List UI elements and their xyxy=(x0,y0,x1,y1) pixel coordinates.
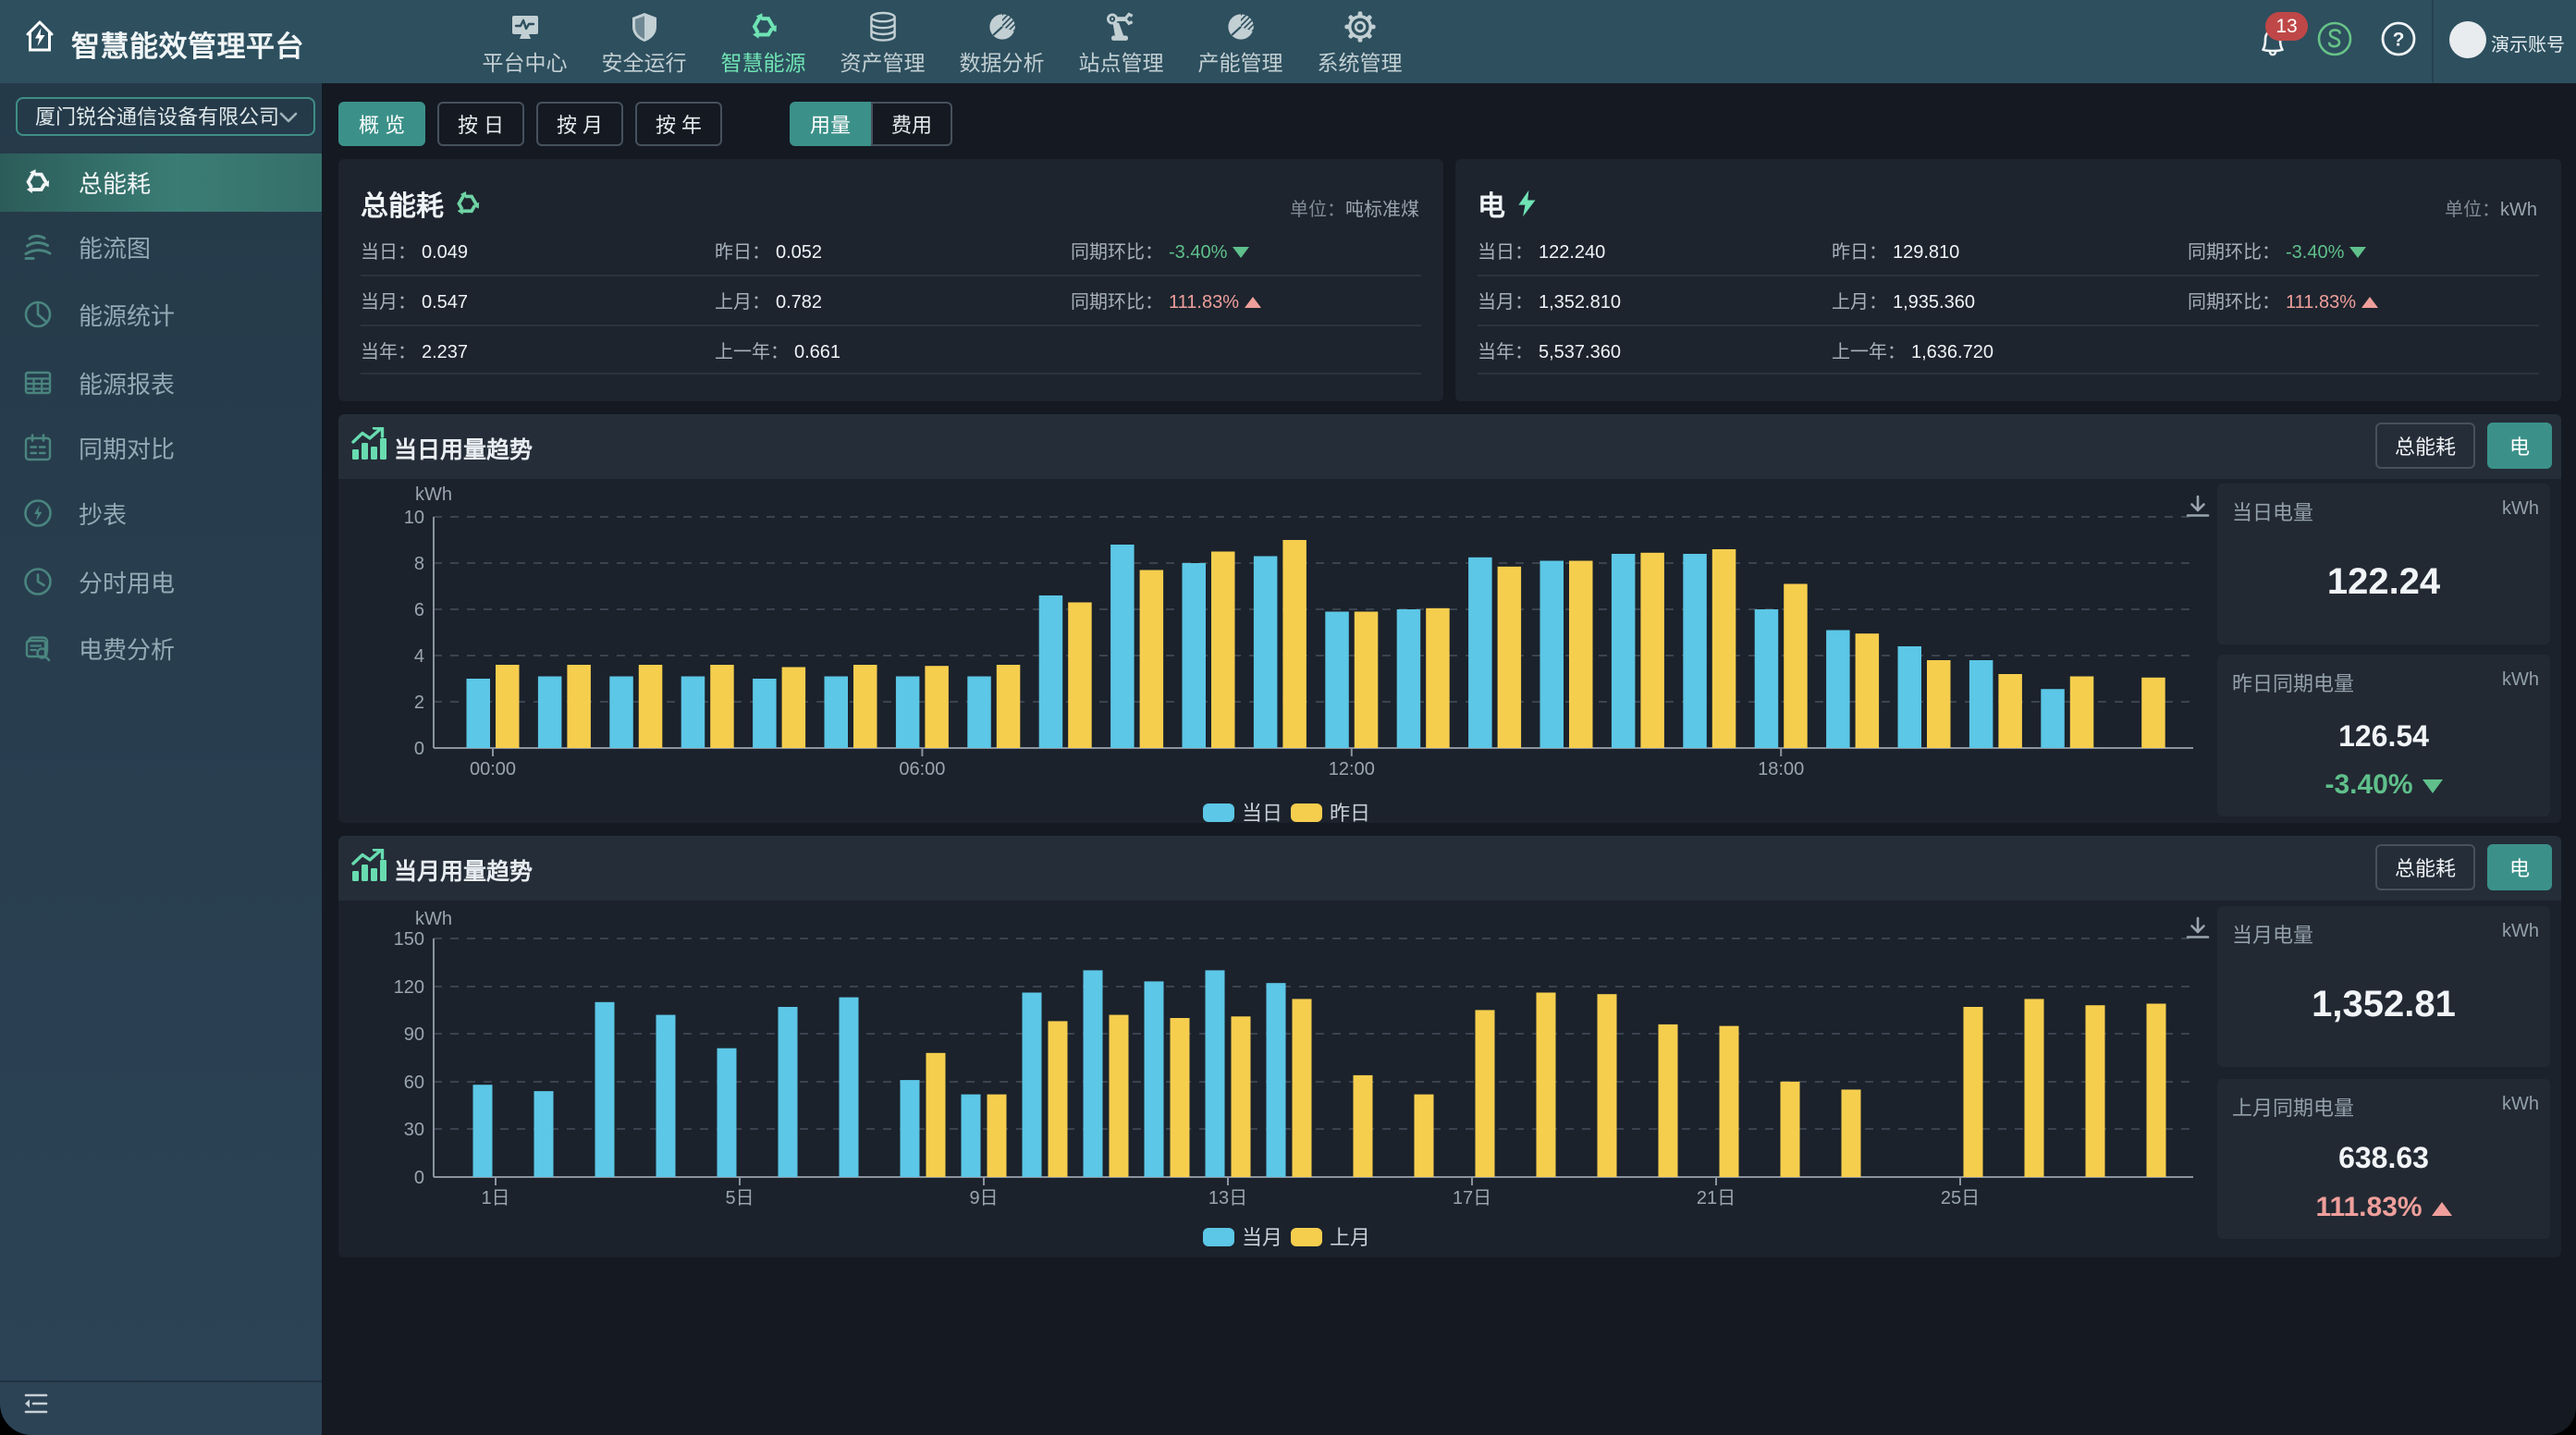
svg-text:4: 4 xyxy=(414,646,424,667)
svg-text:kWh: kWh xyxy=(415,909,452,929)
svg-text:当日: 当日 xyxy=(1242,802,1282,823)
svg-text:昨日: 昨日 xyxy=(1330,802,1370,823)
svg-text:8: 8 xyxy=(414,554,424,574)
svg-text:21日: 21日 xyxy=(1697,1188,1736,1208)
svg-text:30: 30 xyxy=(404,1120,424,1140)
svg-text:9日: 9日 xyxy=(969,1188,998,1208)
svg-text:13日: 13日 xyxy=(1208,1188,1247,1208)
svg-text:00:00: 00:00 xyxy=(470,759,516,779)
svg-text:上月: 上月 xyxy=(1330,1226,1370,1249)
svg-text:150: 150 xyxy=(394,929,424,950)
svg-text:1日: 1日 xyxy=(481,1188,509,1208)
svg-text:5日: 5日 xyxy=(725,1188,754,1208)
svg-text:0: 0 xyxy=(414,739,424,759)
svg-text:0: 0 xyxy=(414,1168,424,1188)
svg-text:06:00: 06:00 xyxy=(899,759,945,779)
svg-text:6: 6 xyxy=(414,600,424,620)
svg-text:17日: 17日 xyxy=(1453,1188,1491,1208)
svg-text:90: 90 xyxy=(404,1024,424,1045)
svg-text:kWh: kWh xyxy=(415,484,452,505)
svg-text:120: 120 xyxy=(394,977,424,998)
svg-text:10: 10 xyxy=(404,508,424,528)
svg-text:25日: 25日 xyxy=(1941,1188,1980,1208)
svg-text:?: ? xyxy=(2393,30,2405,51)
svg-text:60: 60 xyxy=(404,1073,424,1093)
svg-text:2: 2 xyxy=(414,693,424,713)
svg-text:12:00: 12:00 xyxy=(1329,759,1375,779)
svg-text:当月: 当月 xyxy=(1242,1226,1282,1249)
svg-text:18:00: 18:00 xyxy=(1758,759,1804,779)
